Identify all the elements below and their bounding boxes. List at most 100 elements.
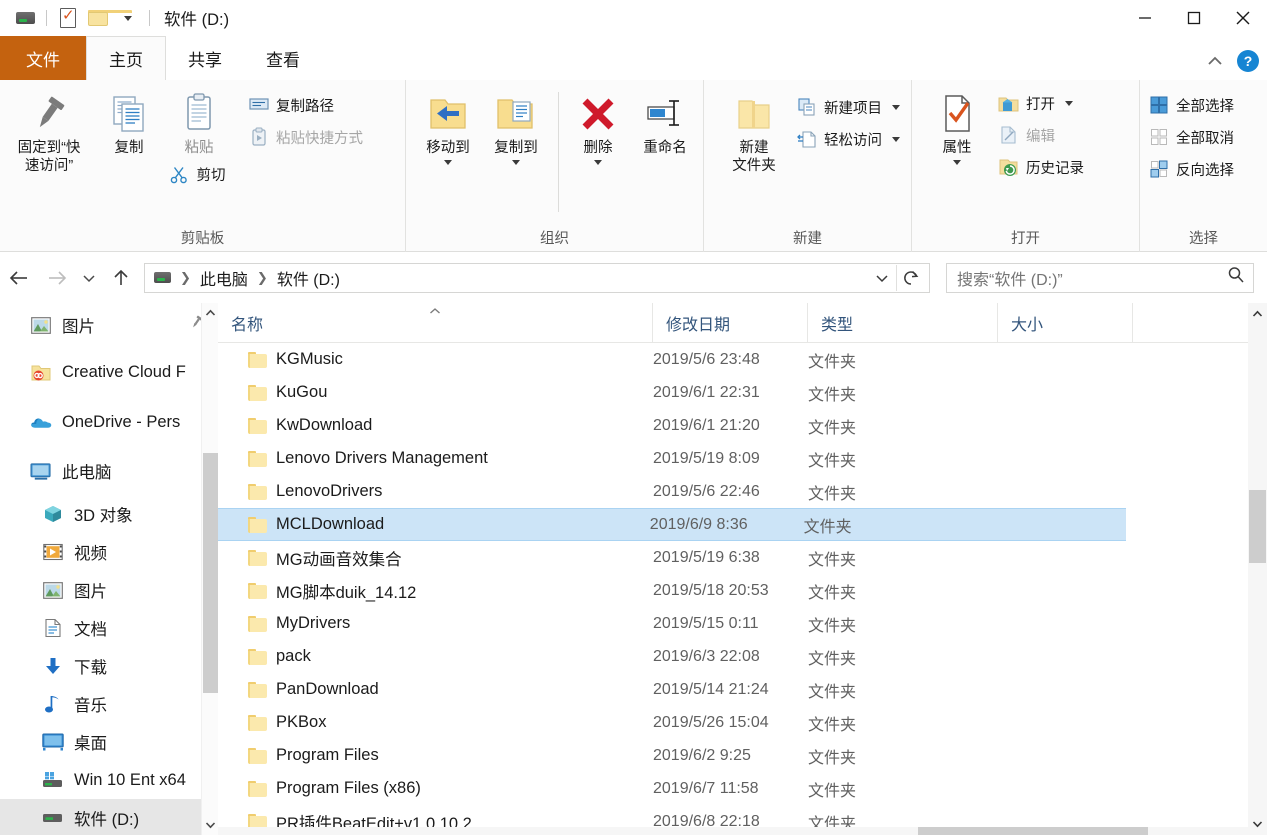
move-to-dropdown-icon[interactable] — [444, 159, 452, 165]
table-row[interactable]: KwDownload 2019/6/1 21:20 文件夹 — [218, 409, 1267, 442]
column-header-size[interactable]: 大小 — [998, 303, 1133, 343]
table-row[interactable]: MG脚本duik_14.12 2019/5/18 20:53 文件夹 — [218, 574, 1267, 607]
scroll-up-arrow-icon[interactable] — [1248, 303, 1267, 325]
paste-button[interactable]: 粘贴 — [160, 88, 238, 158]
cut-button[interactable]: 剪切 — [169, 162, 230, 188]
column-header-label: 大小 — [1011, 316, 1044, 334]
move-to-button[interactable]: 移动到 — [414, 88, 482, 165]
open-dropdown-icon[interactable] — [1065, 100, 1073, 106]
edit-button[interactable]: 编辑 — [998, 122, 1088, 148]
scrollbar-thumb[interactable] — [203, 453, 218, 693]
table-row[interactable]: PKBox 2019/5/26 15:04 文件夹 — [218, 706, 1267, 739]
search-input[interactable]: 搜索“软件 (D:)” — [957, 266, 1227, 290]
refresh-icon[interactable] — [897, 264, 925, 292]
table-row[interactable]: Lenovo Drivers Management 2019/5/19 8:09… — [218, 442, 1267, 475]
easy-access-button[interactable]: 轻松访问 — [796, 126, 904, 152]
table-row[interactable]: PanDownload 2019/5/14 21:24 文件夹 — [218, 673, 1267, 706]
scrollbar-thumb[interactable] — [918, 827, 1148, 835]
tab-share[interactable]: 共享 — [166, 36, 244, 80]
table-row[interactable]: Program Files 2019/6/2 9:25 文件夹 — [218, 739, 1267, 772]
qat-drive-icon[interactable] — [10, 3, 40, 33]
breadcrumb-drive-icon[interactable] — [154, 272, 171, 283]
file-list-scrollbar[interactable] — [1248, 303, 1267, 835]
help-icon[interactable]: ? — [1237, 50, 1259, 72]
new-item-button[interactable]: 新建项目 — [796, 94, 904, 120]
breadcrumb-current[interactable]: 软件 (D:) — [277, 266, 340, 290]
tab-home[interactable]: 主页 — [86, 36, 166, 80]
forward-button[interactable] — [38, 259, 76, 297]
copy-to-button[interactable]: 复制到 — [482, 88, 550, 165]
qat-new-folder-icon[interactable] — [83, 3, 132, 33]
table-row[interactable]: Program Files (x86) 2019/6/7 11:58 文件夹 — [218, 772, 1267, 805]
new-item-dropdown-icon[interactable] — [892, 104, 900, 110]
column-header-name[interactable]: 名称 — [218, 303, 653, 343]
file-list-horizontal-scrollbar[interactable] — [218, 827, 1248, 835]
recent-locations-icon[interactable] — [76, 259, 102, 297]
sidebar-item-pictures-quick[interactable]: 图片 — [0, 303, 218, 347]
tab-view[interactable]: 查看 — [244, 36, 322, 80]
table-row[interactable]: MG动画音效集合 2019/5/19 6:38 文件夹 — [218, 541, 1267, 574]
new-folder-button[interactable]: 新建 文件夹 — [718, 88, 790, 175]
scroll-up-arrow-icon[interactable] — [202, 303, 218, 323]
scroll-down-arrow-icon[interactable] — [1248, 813, 1267, 835]
sidebar-item-music[interactable]: 音乐 — [0, 685, 218, 723]
tab-file[interactable]: 文件 — [0, 36, 86, 80]
collapse-ribbon-icon[interactable] — [1207, 53, 1223, 70]
sidebar-item-3d-objects[interactable]: 3D 对象 — [0, 495, 218, 533]
copy-to-dropdown-icon[interactable] — [512, 159, 520, 165]
sidebar-item-videos[interactable]: 视频 — [0, 533, 218, 571]
maximize-button[interactable] — [1169, 0, 1218, 36]
sidebar-item-software-d[interactable]: 软件 (D:) — [0, 799, 218, 835]
column-header-date-modified[interactable]: 修改日期 — [653, 303, 808, 343]
sidebar-item-documents[interactable]: 文档 — [0, 609, 218, 647]
sidebar-item-desktop[interactable]: 桌面 — [0, 723, 218, 761]
paste-shortcut-icon — [248, 127, 269, 148]
copy-button[interactable]: 复制 — [98, 88, 160, 158]
easy-access-dropdown-icon[interactable] — [892, 136, 900, 142]
invert-selection-button[interactable]: 反向选择 — [1148, 156, 1238, 182]
up-button[interactable] — [102, 259, 140, 297]
open-button[interactable]: 打开 — [998, 90, 1088, 116]
address-bar[interactable]: ❯ 此电脑 ❯ 软件 (D:) — [144, 262, 930, 293]
delete-button[interactable]: 删除 — [567, 88, 629, 165]
sidebar-item-win-10-ent-x64[interactable]: Win 10 Ent x64 — [0, 761, 218, 799]
breadcrumb-this-pc[interactable]: 此电脑 — [200, 266, 248, 290]
scrollbar-thumb[interactable] — [1249, 490, 1266, 563]
documents-icon — [42, 617, 64, 639]
pictures-icon — [30, 314, 52, 336]
search-box[interactable]: 搜索“软件 (D:)” — [946, 262, 1254, 293]
properties-dropdown-icon[interactable] — [953, 159, 961, 165]
copy-path-button[interactable]: 复制路径 — [248, 92, 367, 118]
edit-icon — [998, 125, 1019, 146]
sidebar-item-this-pc[interactable]: 此电脑 — [0, 447, 218, 495]
table-row[interactable]: LenovoDrivers 2019/5/6 22:46 文件夹 — [218, 475, 1267, 508]
select-none-button[interactable]: 全部取消 — [1148, 124, 1238, 150]
close-button[interactable] — [1218, 0, 1267, 36]
search-icon[interactable] — [1227, 266, 1245, 289]
navigation-pane-scrollbar[interactable] — [201, 303, 218, 835]
sidebar-item-pictures[interactable]: 图片 — [0, 571, 218, 609]
properties-button[interactable]: 属性 — [926, 88, 988, 165]
qat-properties-icon[interactable] — [53, 3, 83, 33]
history-button[interactable]: 历史记录 — [998, 154, 1088, 180]
pin-to-quick-access-button[interactable]: 固定到“快 速访问” — [0, 88, 98, 175]
minimize-button[interactable] — [1120, 0, 1169, 36]
paste-shortcut-button[interactable]: 粘贴快捷方式 — [248, 124, 367, 150]
select-all-button[interactable]: 全部选择 — [1148, 92, 1238, 118]
sidebar-item-onedrive[interactable]: OneDrive - Pers — [0, 397, 218, 447]
sidebar-item-downloads[interactable]: 下载 — [0, 647, 218, 685]
table-row[interactable]: KuGou 2019/6/1 22:31 文件夹 — [218, 376, 1267, 409]
table-row-selected[interactable]: MCLDownload 2019/6/9 8:36 文件夹 — [218, 508, 1126, 541]
rename-button[interactable]: 重命名 — [629, 88, 701, 158]
address-dropdown-icon[interactable] — [868, 264, 896, 292]
customize-qat-dropdown-icon[interactable] — [113, 3, 143, 33]
scroll-down-arrow-icon[interactable] — [202, 815, 218, 835]
column-header-type[interactable]: 类型 — [808, 303, 998, 343]
table-row[interactable]: MyDrivers 2019/5/15 0:11 文件夹 — [218, 607, 1267, 640]
folder-icon — [248, 351, 267, 368]
table-row[interactable]: KGMusic 2019/5/6 23:48 文件夹 — [218, 343, 1267, 376]
table-row[interactable]: pack 2019/6/3 22:08 文件夹 — [218, 640, 1267, 673]
delete-dropdown-icon[interactable] — [594, 159, 602, 165]
sidebar-item-creative-cloud-files[interactable]: Creative Cloud F — [0, 347, 218, 397]
back-button[interactable] — [0, 259, 38, 297]
